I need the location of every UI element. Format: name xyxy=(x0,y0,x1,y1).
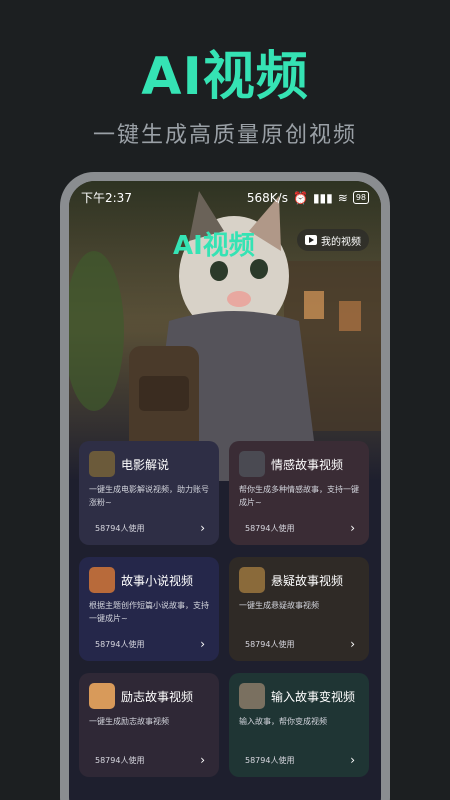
card-title: 情感故事视频 xyxy=(271,457,344,472)
play-icon xyxy=(305,235,317,245)
card-thumbnail xyxy=(239,683,265,709)
card-thumbnail xyxy=(239,451,265,477)
feature-card[interactable]: 悬疑故事视频 一键生成悬疑故事视频 58794人使用 › xyxy=(229,557,369,661)
status-bar: 下午2:37 568K/s ⏰ ▮▮▮ ≋ 98 xyxy=(81,189,369,206)
card-description: 一键生成电影解说视频，助力账号涨粉~ xyxy=(89,485,209,507)
net-speed: 568K/s xyxy=(246,190,288,205)
card-description: 帮你生成多种情感故事，支持一键成片~ xyxy=(239,485,359,507)
card-thumbnail xyxy=(89,451,115,477)
feature-card[interactable]: 情感故事视频 帮你生成多种情感故事，支持一键成片~ 58794人使用 › xyxy=(229,441,369,545)
chevron-right-icon: › xyxy=(200,753,205,767)
alarm-icon: ⏰ xyxy=(292,190,308,205)
card-usage: 58794人使用 xyxy=(245,755,295,765)
promo-title: AI视频 xyxy=(141,47,309,107)
card-title: 励志故事视频 xyxy=(121,689,194,704)
card-description: 根据主题创作短篇小说故事，支持一键成片~ xyxy=(89,601,209,623)
phone-screen: 下午2:37 568K/s ⏰ ▮▮▮ ≋ 98 AI视频 我的视频 电影解说 … xyxy=(69,181,381,800)
feature-card[interactable]: 电影解说 一键生成电影解说视频，助力账号涨粉~ 58794人使用 › xyxy=(79,441,219,545)
signal-icon: ▮▮▮ xyxy=(312,190,333,205)
card-description: 一键生成悬疑故事视频 xyxy=(239,601,319,610)
card-title: 悬疑故事视频 xyxy=(271,573,344,588)
status-icons: 568K/s ⏰ ▮▮▮ ≋ 98 xyxy=(247,191,369,205)
status-time: 下午2:37 xyxy=(81,191,132,205)
my-videos-label: 我的视频 xyxy=(321,236,361,248)
phone-frame: 下午2:37 568K/s ⏰ ▮▮▮ ≋ 98 AI视频 我的视频 电影解说 … xyxy=(60,172,390,800)
my-videos-button[interactable]: 我的视频 xyxy=(297,229,369,251)
feature-grid: 电影解说 一键生成电影解说视频，助力账号涨粉~ 58794人使用 › 情感故事视频… xyxy=(79,441,371,777)
card-description: 一键生成励志故事视频 xyxy=(89,717,169,726)
feature-card[interactable]: 输入故事变视频 输入故事，帮你变成视频 58794人使用 › xyxy=(229,673,369,777)
feature-card[interactable]: 故事小说视频 根据主题创作短篇小说故事，支持一键成片~ 58794人使用 › xyxy=(79,557,219,661)
card-title: 输入故事变视频 xyxy=(271,689,356,704)
card-description: 输入故事，帮你变成视频 xyxy=(239,717,327,726)
chevron-right-icon: › xyxy=(350,753,355,767)
card-thumbnail xyxy=(89,683,115,709)
card-thumbnail xyxy=(89,567,115,593)
card-title: 故事小说视频 xyxy=(121,573,194,588)
page-title: AI视频 xyxy=(173,231,255,261)
promo-subtitle: 一键生成高质量原创视频 xyxy=(92,123,357,148)
card-usage: 58794人使用 xyxy=(95,755,145,765)
card-title: 电影解说 xyxy=(121,457,170,472)
card-usage: 58794人使用 xyxy=(245,639,295,649)
battery-icon: 98 xyxy=(352,191,369,204)
feature-card[interactable]: 励志故事视频 一键生成励志故事视频 58794人使用 › xyxy=(79,673,219,777)
card-usage: 58794人使用 xyxy=(95,639,145,649)
chevron-right-icon: › xyxy=(200,637,205,651)
wifi-icon: ≋ xyxy=(337,190,348,205)
card-usage: 58794人使用 xyxy=(245,523,295,533)
chevron-right-icon: › xyxy=(350,637,355,651)
card-thumbnail xyxy=(239,567,265,593)
chevron-right-icon: › xyxy=(200,521,205,535)
chevron-right-icon: › xyxy=(350,521,355,535)
card-usage: 58794人使用 xyxy=(95,523,145,533)
